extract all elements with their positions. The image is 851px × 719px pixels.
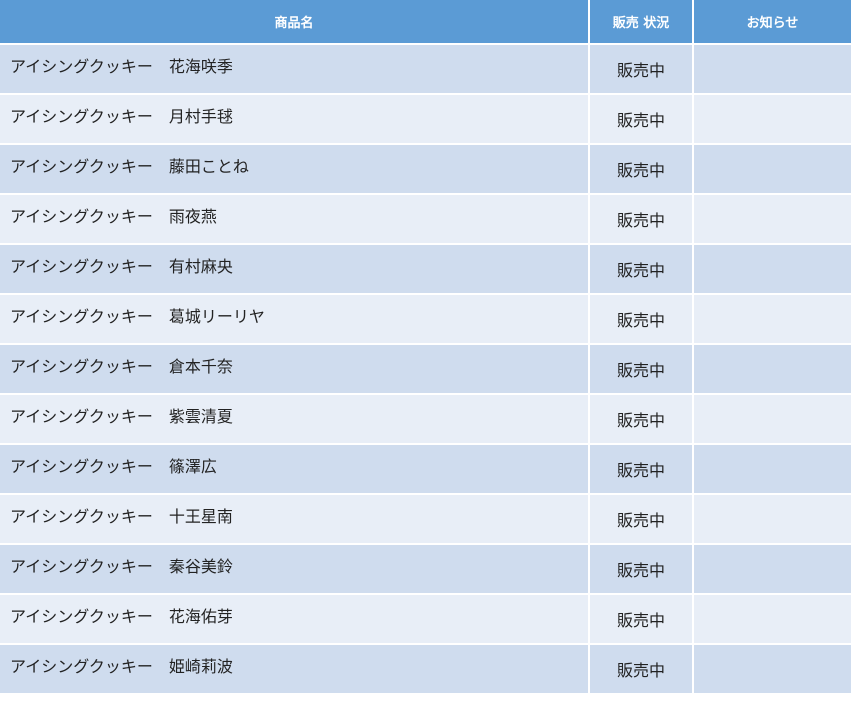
- sales-status-cell: 販売中: [589, 244, 694, 295]
- sales-status-cell: 販売中: [589, 294, 694, 345]
- sales-status-cell: 販売中: [589, 44, 694, 95]
- table-row: アイシングクッキー 花海咲季 販売中: [0, 44, 851, 95]
- sales-status-cell: 販売中: [589, 644, 694, 695]
- header-product-name: 商品名: [0, 0, 590, 45]
- product-name-cell: アイシングクッキー 秦谷美鈴: [0, 544, 590, 595]
- product-name-cell: アイシングクッキー 紫雲清夏: [0, 394, 590, 445]
- table-row: アイシングクッキー 藤田ことね 販売中: [0, 144, 851, 195]
- notice-cell: [693, 294, 851, 345]
- table-row: アイシングクッキー 月村手毬 販売中: [0, 94, 851, 145]
- product-name-cell: アイシングクッキー 花海咲季: [0, 44, 590, 95]
- product-name-cell: アイシングクッキー 花海佑芽: [0, 594, 590, 645]
- sales-status-cell: 販売中: [589, 594, 694, 645]
- sales-status-cell: 販売中: [589, 494, 694, 545]
- product-name-cell: アイシングクッキー 篠澤広: [0, 444, 590, 495]
- table-row: アイシングクッキー 十王星南 販売中: [0, 494, 851, 545]
- sales-status-cell: 販売中: [589, 444, 694, 495]
- table-row: アイシングクッキー 秦谷美鈴 販売中: [0, 544, 851, 595]
- sales-status-cell: 販売中: [589, 144, 694, 195]
- notice-cell: [693, 194, 851, 245]
- table-row: アイシングクッキー 紫雲清夏 販売中: [0, 394, 851, 445]
- product-name-cell: アイシングクッキー 葛城リーリヤ: [0, 294, 590, 345]
- sales-status-cell: 販売中: [589, 544, 694, 595]
- product-name-cell: アイシングクッキー 藤田ことね: [0, 144, 590, 195]
- sales-status-cell: 販売中: [589, 94, 694, 145]
- notice-cell: [693, 94, 851, 145]
- table-row: アイシングクッキー 雨夜燕 販売中: [0, 194, 851, 245]
- table-row: アイシングクッキー 姫崎莉波 販売中: [0, 644, 851, 695]
- product-name-cell: アイシングクッキー 十王星南: [0, 494, 590, 545]
- table-row: アイシングクッキー 葛城リーリヤ 販売中: [0, 294, 851, 345]
- product-name-cell: アイシングクッキー 雨夜燕: [0, 194, 590, 245]
- header-notice: お知らせ: [693, 0, 851, 45]
- product-name-cell: アイシングクッキー 倉本千奈: [0, 344, 590, 395]
- product-status-table: 商品名 販売 状況 お知らせ アイシングクッキー 花海咲季 販売中 アイシングク…: [0, 0, 851, 695]
- sales-status-cell: 販売中: [589, 194, 694, 245]
- table-header-row: 商品名 販売 状況 お知らせ: [0, 0, 851, 45]
- sales-status-cell: 販売中: [589, 344, 694, 395]
- product-name-cell: アイシングクッキー 月村手毬: [0, 94, 590, 145]
- header-sales-status: 販売 状況: [589, 0, 694, 45]
- notice-cell: [693, 544, 851, 595]
- notice-cell: [693, 44, 851, 95]
- notice-cell: [693, 594, 851, 645]
- notice-cell: [693, 344, 851, 395]
- notice-cell: [693, 444, 851, 495]
- notice-cell: [693, 494, 851, 545]
- table-row: アイシングクッキー 有村麻央 販売中: [0, 244, 851, 295]
- product-name-cell: アイシングクッキー 有村麻央: [0, 244, 590, 295]
- product-name-cell: アイシングクッキー 姫崎莉波: [0, 644, 590, 695]
- table-row: アイシングクッキー 花海佑芽 販売中: [0, 594, 851, 645]
- notice-cell: [693, 644, 851, 695]
- table-body: アイシングクッキー 花海咲季 販売中 アイシングクッキー 月村手毬 販売中 アイ…: [0, 44, 851, 695]
- notice-cell: [693, 394, 851, 445]
- notice-cell: [693, 144, 851, 195]
- notice-cell: [693, 244, 851, 295]
- sales-status-cell: 販売中: [589, 394, 694, 445]
- table-row: アイシングクッキー 篠澤広 販売中: [0, 444, 851, 495]
- table-row: アイシングクッキー 倉本千奈 販売中: [0, 344, 851, 395]
